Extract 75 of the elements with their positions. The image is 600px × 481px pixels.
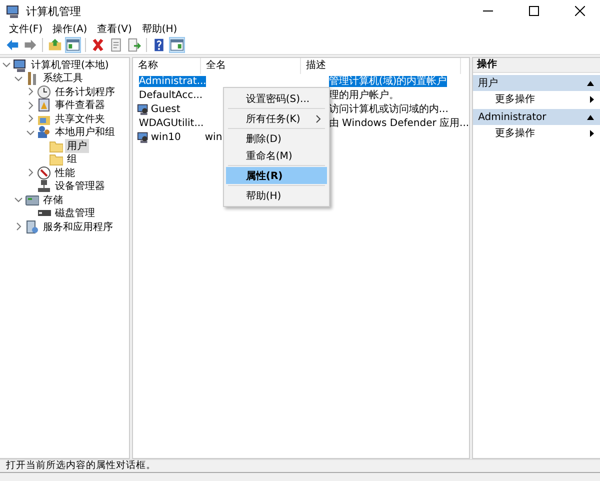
action-item[interactable]: 更多操作 xyxy=(473,91,600,107)
tree-item[interactable]: 设备管理器 xyxy=(53,179,107,194)
collapse-chevron-icon[interactable] xyxy=(14,74,23,83)
action-item[interactable]: 更多操作 xyxy=(473,125,600,141)
user-name[interactable]: DefaultAcc... xyxy=(138,90,203,100)
actions-section[interactable]: Administrator xyxy=(473,109,600,125)
collapse-chevron-icon[interactable] xyxy=(2,60,11,70)
tree-item[interactable]: 用户 xyxy=(65,138,89,153)
collapse-chevron-icon[interactable] xyxy=(14,195,23,204)
computer-icon xyxy=(6,4,20,18)
table-cell: 由 Windows Defender 应用... xyxy=(328,118,470,129)
tree-item[interactable]: 系统工具 xyxy=(41,71,85,86)
window-title: 计算机管理 xyxy=(26,4,82,18)
table-cell: 访问计算机或访问域的内... xyxy=(328,104,448,115)
tree-item[interactable]: 性能 xyxy=(53,166,77,180)
expand-chevron-icon[interactable] xyxy=(14,222,23,232)
clock-icon xyxy=(37,84,51,99)
tree-item[interactable]: 磁盘管理 xyxy=(53,206,97,220)
menu-item[interactable]: 帮助(H) xyxy=(136,22,182,36)
tree-item[interactable]: 服务和应用程序 xyxy=(41,220,115,234)
menu-item[interactable]: 查看(V) xyxy=(92,22,137,36)
menu-item[interactable]: 文件(F) xyxy=(4,22,48,36)
actions-header: 操作 xyxy=(473,58,600,73)
tree-item[interactable]: 任务计划程序 xyxy=(53,84,117,99)
forward-button[interactable] xyxy=(22,37,38,53)
tree-item[interactable]: 共享文件夹 xyxy=(53,112,107,126)
user-icon xyxy=(136,131,149,143)
table-cell: win xyxy=(204,132,222,142)
user-name[interactable]: Guest xyxy=(150,104,180,114)
delete-button[interactable] xyxy=(90,37,106,53)
tree-item[interactable]: 计算机管理(本地) xyxy=(29,58,111,72)
device-icon xyxy=(37,179,51,194)
actions-section[interactable]: 用户 xyxy=(473,75,600,91)
table-cell: 管理计算机(域)的内置帐户 xyxy=(328,76,447,87)
expand-chevron-icon[interactable] xyxy=(26,168,35,178)
tree-item[interactable]: 事件查看器 xyxy=(53,98,107,112)
user-name[interactable]: win10 xyxy=(150,132,181,142)
pane-toggle-button[interactable] xyxy=(169,37,185,53)
column-header[interactable]: 全名 xyxy=(200,58,301,74)
menu-item[interactable]: 操作(A) xyxy=(48,22,92,36)
menu-item[interactable]: 设置密码(S)... xyxy=(226,90,327,107)
menu-item[interactable]: 属性(R) xyxy=(226,167,327,184)
back-button[interactable] xyxy=(4,37,20,53)
tree-item[interactable]: 存储 xyxy=(41,192,65,207)
user-icon xyxy=(136,103,149,115)
properties-button[interactable] xyxy=(108,37,124,53)
play-triangle-icon xyxy=(590,130,594,136)
column-header[interactable]: 描述 xyxy=(300,58,461,74)
expand-chevron-icon[interactable] xyxy=(26,100,35,110)
tree-item[interactable]: 本地用户和组 xyxy=(53,125,117,140)
column-header[interactable]: 名称 xyxy=(132,58,201,74)
collapse-triangle-icon[interactable] xyxy=(587,80,594,86)
user-name[interactable]: WDAGUtilit... xyxy=(138,118,204,128)
tree-item[interactable]: 组 xyxy=(65,152,79,166)
menu-item[interactable]: 所有任务(K) xyxy=(226,110,327,127)
tree-toggle-button[interactable] xyxy=(65,37,81,53)
collapse-chevron-icon[interactable] xyxy=(26,128,35,137)
menu-item[interactable]: 帮助(H) xyxy=(226,187,327,204)
computer-icon xyxy=(13,58,27,72)
folder-icon xyxy=(49,138,63,153)
folder-icon xyxy=(49,152,63,166)
close-icon xyxy=(575,6,585,16)
play-triangle-icon xyxy=(590,96,594,102)
menu-item[interactable]: 重命名(M) xyxy=(226,147,327,164)
expand-chevron-icon[interactable] xyxy=(26,87,35,96)
status-bar: 打开当前所选内容的属性对话框。 xyxy=(0,459,600,472)
expand-chevron-icon[interactable] xyxy=(26,114,35,124)
maximize-icon xyxy=(529,6,539,16)
up-button[interactable] xyxy=(47,37,63,53)
menu-item[interactable]: 删除(D) xyxy=(226,130,327,147)
storage-icon xyxy=(25,192,39,207)
collapse-triangle-icon[interactable] xyxy=(587,114,594,120)
users-icon xyxy=(37,125,51,140)
export-button[interactable] xyxy=(126,37,142,53)
user-name[interactable]: Administrat... xyxy=(138,76,206,86)
